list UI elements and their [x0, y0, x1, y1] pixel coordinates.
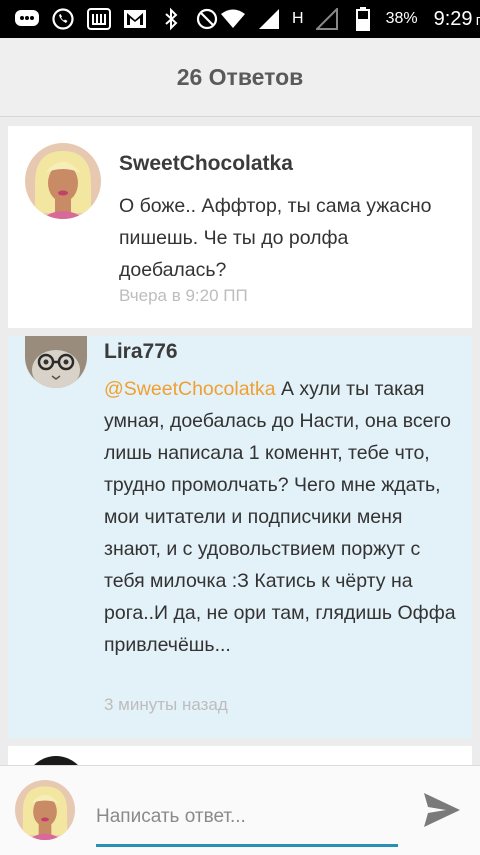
comment-author[interactable]: SweetChocolatka	[119, 152, 293, 176]
comment-time: 3 минуты назад	[104, 695, 228, 714]
comment-card[interactable]: SweetChocolatka О боже.. Аффтор, ты сама…	[8, 126, 472, 328]
comment-author[interactable]: Lira776	[104, 340, 178, 364]
header: 26 Ответов	[0, 38, 480, 117]
clock-suffix: пп	[476, 13, 480, 29]
whatsapp-icon	[50, 6, 76, 32]
page-title: 26 Ответов	[176, 63, 304, 90]
battery-icon	[350, 6, 376, 32]
reply-composer	[0, 765, 480, 855]
avatar[interactable]	[25, 336, 87, 388]
signal-empty-icon	[314, 6, 340, 32]
avatar[interactable]	[25, 143, 101, 219]
comment-text: О боже.. Аффтор, ты сама ужасно пишешь. …	[119, 195, 432, 281]
bluetooth-icon	[158, 6, 184, 32]
signal-icon	[256, 6, 282, 32]
status-bar: H 38% 9:29 пп	[0, 0, 480, 38]
do-not-disturb-icon	[194, 6, 220, 32]
messages-icon	[14, 6, 40, 32]
comment-card[interactable]	[8, 746, 472, 765]
clock: 9:29	[433, 7, 473, 30]
system-icons: H 38% 9:29 пп	[220, 6, 480, 32]
comment-time: Вчера в 9:20 ПП	[119, 286, 248, 305]
avatar[interactable]	[25, 756, 87, 765]
network-type: H	[292, 10, 304, 27]
my-avatar[interactable]	[15, 780, 75, 840]
battery-percent: 38%	[385, 10, 418, 27]
send-icon	[422, 791, 462, 833]
mention-link[interactable]: @SweetChocolatka	[104, 378, 276, 400]
comment-card[interactable]: Lira776 @SweetChocolatka А хули ты такая…	[8, 336, 472, 738]
comment-text-body: А хули ты такая умная, доебалась до Наст…	[104, 378, 456, 656]
comment-text: @SweetChocolatka А хули ты такая умная, …	[104, 373, 462, 661]
reply-input[interactable]	[96, 796, 398, 847]
notification-icons	[14, 6, 220, 32]
send-button[interactable]	[418, 788, 466, 836]
gmail-icon	[122, 6, 148, 32]
vk-icon	[86, 6, 112, 32]
comments-list[interactable]: SweetChocolatka О боже.. Аффтор, ты сама…	[0, 117, 480, 765]
wifi-icon	[220, 6, 246, 32]
